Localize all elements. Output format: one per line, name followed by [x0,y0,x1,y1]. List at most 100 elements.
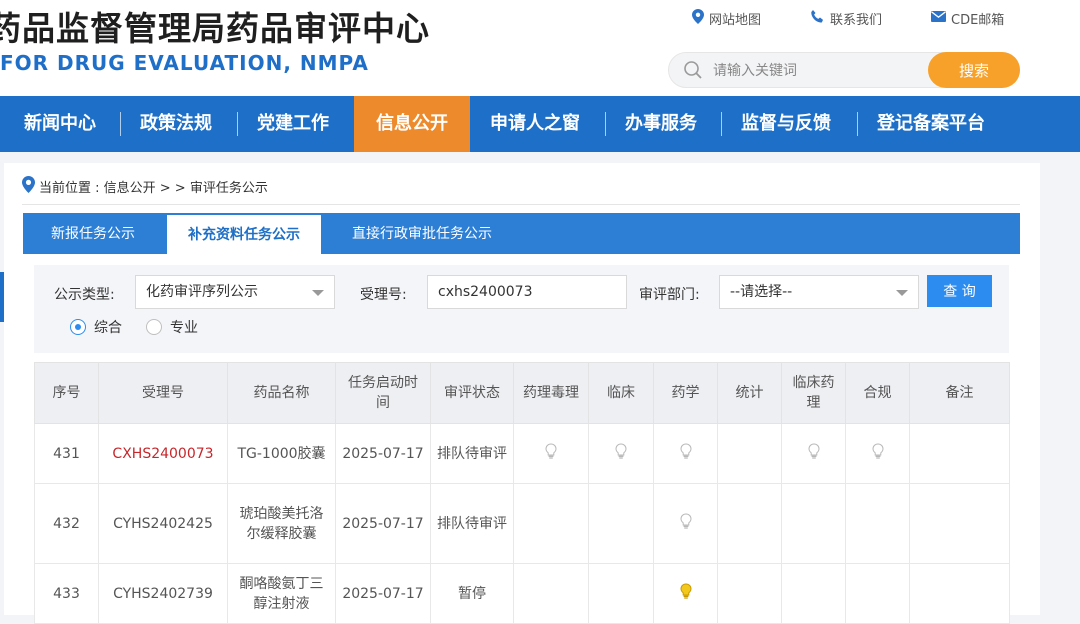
site-header: 药品监督管理局药品审评中心 FOR DRUG EVALUATION, NMPA … [0,0,1080,96]
tab-new-tasks[interactable]: 新报任务公示 [51,213,135,254]
col-header-pharm-tox: 药理毒理 [513,362,589,424]
cell-no: 432 [34,483,99,564]
contact-link[interactable]: 联系我们 [810,9,882,28]
nav-item-services[interactable]: 办事服务 [625,96,697,152]
nav-item-info-disclosure[interactable]: 信息公开 [354,96,470,152]
radio-professional[interactable]: 专业 [146,317,198,337]
col-header-pharmacy: 药学 [653,362,718,424]
nav-item-applicant[interactable]: 申请人之窗 [490,96,580,152]
nav-item-feedback[interactable]: 监督与反馈 [741,96,831,152]
chevron-down-icon [312,290,324,296]
col-header-compliance: 合规 [845,362,910,424]
search-input[interactable] [713,59,913,83]
tab-direct-approval-tasks[interactable]: 直接行政审批任务公示 [352,213,492,254]
phone-icon [810,9,825,28]
lightbulb-icon [871,442,884,465]
cell-remarks [909,483,1010,564]
cell-start-time: 2025-07-17 [335,423,431,484]
col-header-start-time: 任务启动时间 [335,362,431,424]
radio-dot [70,319,86,335]
cde-mail-link[interactable]: CDE邮箱 [931,9,1004,28]
lightbulb-icon [615,442,627,465]
cell-drug-name: TG-1000胶囊 [227,423,336,484]
nav-divider [237,112,238,136]
cell-statistics [717,483,782,564]
cell-pharm-tox [513,423,589,484]
nav-item-party[interactable]: 党建工作 [257,96,329,152]
query-button[interactable]: 查 询 [927,275,992,307]
cell-pharmacy [653,483,718,564]
cell-clinical [588,483,654,564]
type-label: 公示类型: [54,287,115,303]
cell-compliance [845,483,910,564]
location-pin-icon [22,175,35,197]
nav-item-registration[interactable]: 登记备案平台 [877,96,985,152]
nav-item-policy[interactable]: 政策法规 [140,96,212,152]
top-links: 网站地图 联系我们 CDE邮箱 [680,9,1080,29]
col-header-no: 序号 [34,362,99,424]
cell-clinical [588,423,654,484]
accept-label: 受理号: [360,287,407,303]
table-row: 431 CXHS2400073 TG-1000胶囊 2025-07-17 排队待… [34,423,1010,484]
contact-label: 联系我们 [830,13,883,28]
lightbulb-icon [679,512,692,535]
table-header-row: 序号 受理号 药品名称 任务启动时间 审评状态 药理毒理 临床 药学 统计 临床… [34,362,1010,424]
col-header-statistics: 统计 [717,362,782,424]
cell-drug-name: 琥珀酸美托洛尔缓释胶囊 [227,483,336,564]
cell-no: 431 [34,423,99,484]
col-header-clinical: 临床 [588,362,654,424]
sitemap-label: 网站地图 [709,13,762,28]
radio-comprehensive[interactable]: 综合 [70,317,122,337]
lightbulb-icon [679,442,692,465]
col-header-clinical-pharmacology: 临床药理 [781,362,846,424]
dept-select-value: --请选择-- [730,284,793,300]
accept-number-link[interactable]: CXHS2400073 [112,446,213,462]
lightbulb-icon [679,582,692,605]
cell-status: 排队待审评 [430,423,514,484]
location-pin-icon [692,9,704,28]
col-header-remarks: 备注 [909,362,1010,424]
cell-clinical-pharmacology [781,423,846,484]
col-header-status: 审评状态 [430,362,514,424]
type-select-value: 化药审评序列公示 [146,284,258,300]
accept-number-input[interactable] [427,275,627,309]
radio-dot [146,319,162,335]
col-header-drug-name: 药品名称 [227,362,336,424]
cell-pharmacy [653,423,718,484]
cell-pharm-tox [513,483,589,564]
tab-supplement-tasks[interactable]: 补充资料任务公示 [167,215,321,258]
cell-clinical-pharmacology [781,483,846,564]
cell-accept: CYHS2402425 [98,483,228,564]
nav-item-news[interactable]: 新闻中心 [24,96,96,152]
radio-professional-label: 专业 [170,320,198,336]
table-row: 432 CYHS2402425 琥珀酸美托洛尔缓释胶囊 2025-07-17 排… [34,483,1010,564]
site-logo-en[interactable]: FOR DRUG EVALUATION, NMPA [0,51,369,75]
cell-compliance [845,423,910,484]
nav-divider [120,112,121,136]
dept-label: 审评部门: [639,287,700,303]
breadcrumb-text: 当前位置 : 信息公开 > > 审评任务公示 [39,180,268,196]
chevron-down-icon [896,290,908,296]
nav-divider [857,112,858,136]
sitemap-link[interactable]: 网站地图 [692,9,761,28]
lightbulb-icon [807,442,820,465]
mail-icon [931,11,946,26]
cell-accept: CXHS2400073 [98,423,228,484]
search-icon [683,60,703,80]
breadcrumb: 当前位置 : 信息公开 > > 审评任务公示 [22,175,268,197]
dept-select[interactable]: --请选择-- [719,275,919,309]
cell-statistics [717,423,782,484]
col-header-accept: 受理号 [98,362,228,424]
cde-mail-label: CDE邮箱 [951,13,1005,28]
nav-divider [721,112,722,136]
type-select[interactable]: 化药审评序列公示 [135,275,335,309]
site-logo-cn[interactable]: 药品监督管理局药品审评中心 [0,2,430,50]
breadcrumb-divider [22,204,1020,205]
cell-start-time: 2025-07-17 [335,483,431,564]
main-nav: 新闻中心 政策法规 党建工作 信息公开 申请人之窗 办事服务 监督与反馈 登记备… [0,96,1080,152]
search-button[interactable]: 搜索 [928,52,1020,88]
radio-comprehensive-label: 综合 [94,320,122,336]
nav-divider [605,112,606,136]
tasks-table: 序号 受理号 药品名称 任务启动时间 审评状态 药理毒理 临床 药学 统计 临床… [34,362,1010,624]
task-tabs: 新报任务公示 补充资料任务公示 直接行政审批任务公示 [23,213,1020,258]
